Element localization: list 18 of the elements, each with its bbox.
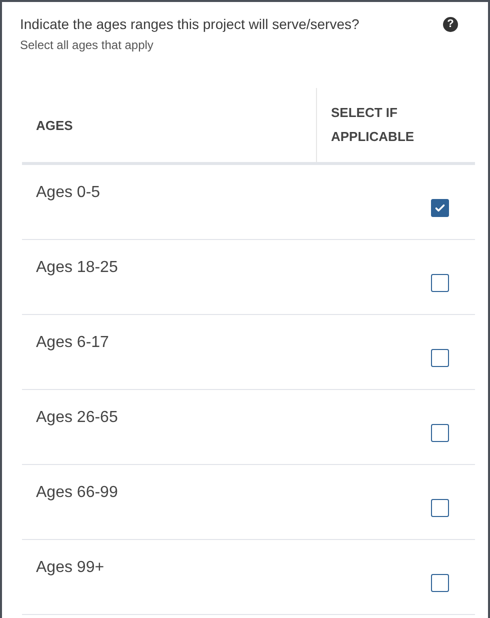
help-icon[interactable]: ? bbox=[443, 16, 458, 32]
question-title: Indicate the ages ranges this project will serve/serves? bbox=[20, 16, 360, 32]
column-header: SELECT IF APPLICABLE bbox=[331, 104, 416, 146]
checkbox[interactable] bbox=[431, 199, 449, 217]
age-label: Ages 0-5 bbox=[35, 184, 100, 202]
checkbox[interactable] bbox=[431, 349, 449, 367]
column-header: AGES bbox=[36, 118, 73, 132]
checkbox[interactable] bbox=[431, 424, 449, 442]
checkbox[interactable] bbox=[431, 274, 449, 292]
check-icon bbox=[434, 202, 446, 214]
age-label: Ages 26-65 bbox=[35, 409, 118, 427]
age-label: Ages 6-17 bbox=[35, 334, 109, 352]
age-label: Ages 99+ bbox=[35, 559, 104, 577]
age-label: Ages 18-25 bbox=[35, 259, 118, 277]
checkbox[interactable] bbox=[431, 574, 449, 592]
checkbox[interactable] bbox=[431, 499, 449, 517]
age-label: Ages 66-99 bbox=[35, 484, 118, 502]
question-hint: Select all ages that apply bbox=[20, 38, 154, 52]
